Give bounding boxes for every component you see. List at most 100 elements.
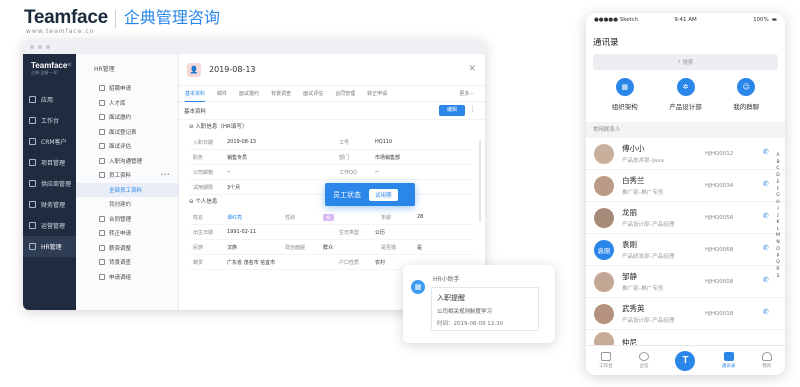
tab-messages[interactable]: 企信 bbox=[639, 352, 650, 369]
field-row: 民族 汉族 政治面貌 群众 是否婚 是 bbox=[189, 240, 475, 255]
notification-sender: HR小助手 bbox=[433, 276, 460, 283]
alphabet-letter[interactable]: R bbox=[774, 267, 782, 274]
contact-row[interactable]: 白秀兰 推广部–推广专员 HJHQ0034 ✆ bbox=[586, 170, 785, 202]
quick-link-org[interactable]: ▦ 组织架构 bbox=[612, 78, 638, 122]
sidebar-item-operations[interactable]: 运营管理 bbox=[23, 215, 76, 236]
submenu-item[interactable]: 背景调查 bbox=[76, 255, 178, 270]
contact-row[interactable]: 袁刚 袁刚 产品研发部–产品经理 HJHQ0068 ✆ bbox=[586, 234, 785, 266]
field-label: 试用期限 bbox=[193, 184, 214, 191]
quick-link-groups[interactable]: ☺ 我的群聊 bbox=[733, 78, 759, 122]
contact-row[interactable]: 武秀英 产品设计部–产品经理 HJHQ0018 ✆ bbox=[586, 298, 785, 330]
sidebar-item-finance[interactable]: 财务管理 bbox=[23, 194, 76, 215]
notification-card[interactable]: ▦ HR小助手 入职提醒 公司相关规则制度学习 时间：2019-08-09 12… bbox=[403, 265, 555, 343]
field-label: 公司邮箱 bbox=[193, 169, 214, 176]
window-dot[interactable] bbox=[30, 45, 34, 49]
tab-label: 工作台 bbox=[599, 364, 613, 369]
alphabet-letter[interactable]: E bbox=[774, 180, 782, 187]
tab-contracts[interactable]: 合同管理 bbox=[335, 86, 355, 102]
phone-icon[interactable]: ✆ bbox=[763, 244, 769, 252]
phone-icon[interactable]: ✆ bbox=[763, 148, 769, 156]
sidebar-item-apps[interactable]: 应用 bbox=[23, 89, 76, 110]
employee-status-popup: 员工状态 试用期 bbox=[325, 183, 415, 206]
search-input[interactable]: ⌕ 搜索 bbox=[593, 54, 778, 70]
gender-badge: 女 bbox=[323, 213, 335, 221]
probation-status-button[interactable]: 试用期 bbox=[369, 188, 398, 201]
phone-icon[interactable]: ✆ bbox=[763, 276, 769, 284]
sidebar-item-suppliers[interactable]: 供应商管理 bbox=[23, 173, 76, 194]
submenu-subitem-all-employees[interactable]: 全部员工资料 bbox=[76, 182, 178, 197]
alphabet-letter[interactable]: Q bbox=[774, 260, 782, 267]
alphabet-index[interactable]: ABCDEFGHIJKLMNOPQRS bbox=[774, 153, 782, 280]
contact-row[interactable]: 傅小小 产品技术部–Java HJHQ0012 ✆ bbox=[586, 138, 785, 170]
collapse-icon[interactable]: « bbox=[66, 60, 72, 70]
window-dot[interactable] bbox=[46, 45, 50, 49]
status-bar: ●●●●● Sketch 9:41 AM 100% ▬ bbox=[586, 13, 785, 27]
submenu-item-employees[interactable]: 员工资料 ••• bbox=[76, 168, 178, 183]
contact-row[interactable]: 邹静 推广部–推广专员 HJHQ0008 ✆ bbox=[586, 266, 785, 298]
submenu-item[interactable]: 入职沟通管理 bbox=[76, 154, 178, 169]
tab-background-check[interactable]: 背景调查 bbox=[271, 86, 291, 102]
quick-link-dept[interactable]: ✲ 产品设计部 bbox=[669, 78, 702, 122]
more-vertical-icon[interactable]: ⋮ bbox=[469, 105, 476, 113]
sidebar-item-projects[interactable]: 项目管理 bbox=[23, 152, 76, 173]
more-icon[interactable]: ••• bbox=[160, 172, 170, 178]
submenu-item[interactable]: 招聘申请 bbox=[76, 81, 178, 96]
tab-basic-info[interactable]: 基本资料 bbox=[185, 86, 206, 102]
group-entry-info[interactable]: ⊖ 入职信息（HR填写） bbox=[179, 120, 485, 135]
sidebar-item-hr[interactable]: HR管理 bbox=[23, 236, 76, 257]
section-header: 常用联系人 bbox=[586, 122, 785, 138]
submenu-subitem-created[interactable]: 我创建的 bbox=[76, 197, 178, 212]
contact-dept: 产品技术部–Java bbox=[622, 158, 664, 164]
sidebar-item-workbench[interactable]: 工作台 bbox=[23, 110, 76, 131]
submenu-item[interactable]: 薪资调整 bbox=[76, 241, 178, 256]
window-dot[interactable] bbox=[38, 45, 42, 49]
quick-label: 组织架构 bbox=[611, 103, 638, 111]
contact-row[interactable]: 龙丽 产品设计部–产品经理 HJHQ0056 ✆ bbox=[586, 202, 785, 234]
alphabet-letter[interactable]: D bbox=[774, 173, 782, 180]
tab-workbench[interactable]: 工作台 bbox=[599, 352, 613, 369]
scrollbar[interactable] bbox=[479, 140, 481, 222]
evaluate-icon bbox=[99, 143, 105, 150]
alphabet-letter[interactable]: O bbox=[774, 247, 782, 254]
transfer-icon bbox=[99, 273, 105, 280]
field-label: 民族 bbox=[193, 244, 204, 251]
phone-icon[interactable]: ✆ bbox=[763, 212, 769, 220]
edit-button[interactable]: 编辑 bbox=[439, 105, 465, 116]
submenu-item[interactable]: 面试邀约 bbox=[76, 110, 178, 125]
submenu-item[interactable]: 面试评估 bbox=[76, 139, 178, 154]
alphabet-letter[interactable]: H bbox=[774, 200, 782, 207]
submenu-item[interactable]: 人才库 bbox=[76, 96, 178, 111]
sidebar-item-crm[interactable]: CRM客户 bbox=[23, 131, 76, 152]
tab-email[interactable]: 邮件 bbox=[217, 86, 227, 102]
tab-interview-evaluation[interactable]: 面试评估 bbox=[303, 86, 323, 102]
tab-more[interactable]: 更多 › bbox=[459, 86, 473, 102]
tab-label: 我的 bbox=[762, 364, 772, 369]
contact-code: HJHQ0034 bbox=[705, 183, 734, 189]
tab-interview-invite[interactable]: 面试邀约 bbox=[239, 86, 259, 102]
alphabet-letter[interactable]: K bbox=[774, 220, 782, 227]
phone-icon[interactable]: ✆ bbox=[763, 180, 769, 188]
submenu-item[interactable]: 申请调组 bbox=[76, 270, 178, 285]
tab-label: 企信 bbox=[639, 364, 649, 369]
field-label: 职务 bbox=[193, 154, 204, 161]
contact-code: HJHQ0008 bbox=[705, 279, 734, 285]
submenu-item[interactable]: 合同管理 bbox=[76, 212, 178, 227]
alphabet-letter[interactable]: N bbox=[774, 240, 782, 247]
alphabet-letter[interactable]: S bbox=[774, 274, 782, 281]
tab-profile[interactable]: 我的 bbox=[761, 352, 772, 369]
close-icon[interactable]: ✕ bbox=[468, 64, 476, 74]
teamface-logo-button[interactable]: T bbox=[675, 350, 696, 371]
tab-contacts[interactable]: 通讯录 bbox=[722, 352, 735, 369]
section-header: 基本资料 编辑 ⋮ bbox=[179, 102, 485, 120]
avatar bbox=[594, 303, 614, 324]
group-title: 入职信息（HR填写） bbox=[195, 124, 248, 130]
org-chart-icon: ▦ bbox=[615, 78, 634, 96]
tab-regularization[interactable]: 转正申请 bbox=[367, 86, 387, 102]
people-icon bbox=[29, 243, 36, 250]
submenu-item[interactable]: 面试登记表 bbox=[76, 125, 178, 140]
phone-icon[interactable]: ✆ bbox=[763, 308, 769, 316]
alphabet-letter[interactable]: G bbox=[774, 193, 782, 200]
alphabet-letter[interactable]: A bbox=[774, 153, 782, 160]
field-value[interactable]: 谭红亮 bbox=[227, 214, 242, 221]
submenu-item[interactable]: 转正申请 bbox=[76, 226, 178, 241]
